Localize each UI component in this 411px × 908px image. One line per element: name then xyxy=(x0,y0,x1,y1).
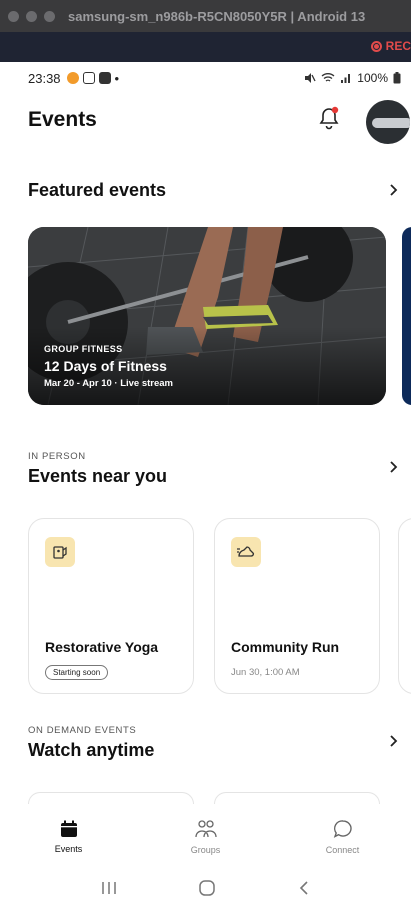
featured-events-title: Featured events xyxy=(28,180,167,200)
avatar[interactable] xyxy=(366,100,410,144)
next-featured-card-peek[interactable] xyxy=(402,227,411,405)
back-icon[interactable] xyxy=(297,880,311,896)
near-chevron-right-icon[interactable] xyxy=(387,460,401,474)
events-near-you-title: Events near you xyxy=(28,466,168,486)
window-minimize-dot[interactable] xyxy=(26,10,37,22)
featured-card-subtitle: Mar 20 - Apr 10 · Live stream xyxy=(44,378,174,389)
gallery-notification-icon xyxy=(82,72,95,84)
event-card-title: Community Run xyxy=(231,639,340,655)
mute-icon xyxy=(305,73,316,83)
running-shoe-icon xyxy=(231,537,261,567)
event-card-community-run[interactable]: Community Run Jun 30, 1:00 AM xyxy=(214,518,380,694)
tab-label: Events xyxy=(54,844,83,854)
groups-icon xyxy=(194,820,217,838)
system-navigation-bar xyxy=(0,868,411,908)
watch-anytime-title: Watch anytime xyxy=(28,740,155,760)
more-notifications-dot: • xyxy=(114,70,120,86)
home-icon[interactable] xyxy=(198,879,216,897)
ondemand-chevron-right-icon[interactable] xyxy=(387,734,401,748)
notification-bell-icon[interactable] xyxy=(318,106,340,130)
record-indicator[interactable]: REC xyxy=(370,39,411,53)
recording-bar: REC xyxy=(0,32,411,62)
page-title: Events xyxy=(28,108,97,131)
notification-dot xyxy=(331,106,339,114)
wifi-icon xyxy=(321,73,335,82)
yoga-mat-icon xyxy=(45,537,75,567)
tab-events[interactable]: Events xyxy=(0,806,137,868)
status-time: 23:38 xyxy=(28,70,61,86)
tab-connect[interactable]: Connect xyxy=(274,806,411,868)
event-card-title: Restorative Yoga xyxy=(45,639,159,655)
on-demand-overline: ON DEMAND EVENTS xyxy=(28,725,137,736)
on-demand-card-partial[interactable] xyxy=(28,792,194,804)
on-demand-card-partial[interactable] xyxy=(214,792,380,804)
recent-apps-icon[interactable] xyxy=(100,880,118,896)
event-card-datetime: Jun 30, 1:00 AM xyxy=(231,667,300,678)
window-title: samsung-sm_n986b-R5CN8050Y5R | Android 1… xyxy=(68,8,366,24)
event-card-restorative-yoga[interactable]: Restorative Yoga Starting soon xyxy=(28,518,194,694)
bottom-tab-bar: Events Groups Connect xyxy=(0,806,411,868)
status-bar: 23:38 • 100% xyxy=(28,68,401,88)
record-icon xyxy=(370,40,382,52)
battery-icon xyxy=(393,72,401,84)
featured-chevron-right-icon[interactable] xyxy=(387,183,401,197)
window-maximize-dot[interactable] xyxy=(44,10,55,22)
app-header: Events xyxy=(28,100,411,144)
checkbox-notification-icon xyxy=(98,72,111,84)
featured-card-category: GROUP FITNESS xyxy=(44,344,123,354)
battery-percent: 100% xyxy=(357,71,388,85)
featured-card-title: 12 Days of Fitness xyxy=(44,358,167,374)
window-close-dot[interactable] xyxy=(8,10,19,22)
featured-event-card[interactable]: GROUP FITNESS 12 Days of Fitness Mar 20 … xyxy=(28,227,386,405)
tab-label: Groups xyxy=(190,845,221,855)
mirror-title-bar: samsung-sm_n986b-R5CN8050Y5R | Android 1… xyxy=(0,0,411,32)
avatar-car-image xyxy=(372,118,410,128)
signal-icon xyxy=(341,74,351,83)
tab-groups[interactable]: Groups xyxy=(137,806,274,868)
next-event-card-peek[interactable] xyxy=(398,518,411,694)
tab-label: Connect xyxy=(325,845,360,855)
featured-card-text: GROUP FITNESS 12 Days of Fitness Mar 20 … xyxy=(44,344,173,389)
app-notification-icon xyxy=(66,72,79,84)
chat-bubble-icon xyxy=(333,820,352,838)
status-badge: Starting soon xyxy=(45,665,109,680)
in-person-overline: IN PERSON xyxy=(28,451,86,462)
calendar-icon xyxy=(60,820,77,837)
record-label: REC xyxy=(385,39,411,53)
